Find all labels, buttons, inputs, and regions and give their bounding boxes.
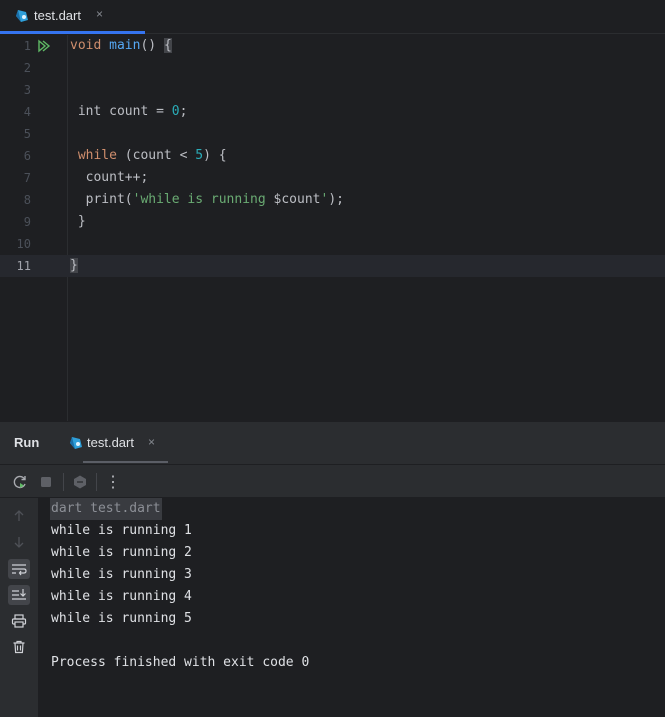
stop-icon[interactable] xyxy=(37,473,55,491)
soft-wrap-icon[interactable] xyxy=(8,559,30,579)
line-number: 9 xyxy=(23,215,31,229)
code-text: } xyxy=(70,258,78,273)
active-tab-indicator xyxy=(0,31,145,34)
run-tab-label: test.dart xyxy=(87,435,134,450)
run-tab-test-dart[interactable]: test.dart × xyxy=(67,422,168,464)
line-number: 10 xyxy=(16,237,31,251)
down-arrow-icon[interactable] xyxy=(8,532,30,552)
code-text: void main() { xyxy=(70,38,172,53)
line-number: 5 xyxy=(23,127,31,141)
console-line: while is running 1 xyxy=(51,523,192,538)
console-command: dart test.dart xyxy=(50,498,162,520)
editor-tab-test-dart[interactable]: test.dart × xyxy=(0,0,145,34)
print-icon[interactable] xyxy=(8,611,30,631)
console-output[interactable]: dart test.dart while is running 1 while … xyxy=(39,498,665,717)
console-line: while is running 3 xyxy=(51,567,192,582)
line-number: 4 xyxy=(23,105,31,119)
line-number: 1 xyxy=(23,39,31,53)
up-arrow-icon[interactable] xyxy=(8,506,30,526)
dart-file-icon xyxy=(69,436,83,453)
run-panel: Run test.dart × ⋮ dart test.dart while i… xyxy=(0,421,665,717)
editor-tab-label: test.dart xyxy=(34,8,81,23)
console-line: while is running 4 xyxy=(51,589,192,604)
code-line: 2 xyxy=(0,57,665,79)
code-line: 3 xyxy=(0,79,665,101)
code-text: } xyxy=(70,214,86,229)
line-number: 8 xyxy=(23,193,31,207)
code-line: 9 } xyxy=(0,211,665,233)
close-tab-icon[interactable]: × xyxy=(96,7,103,21)
code-text: count++; xyxy=(70,170,149,185)
code-line: 6 while (count < 5) { xyxy=(0,145,665,167)
editor-tab-bar: test.dart × xyxy=(0,0,665,34)
code-text: print('while is running $count'); xyxy=(70,192,344,207)
code-line: 1 void main() { xyxy=(0,35,665,57)
line-number: 6 xyxy=(23,149,31,163)
toolbar-separator xyxy=(96,473,97,491)
code-text: int count = 0; xyxy=(70,104,188,119)
run-panel-title: Run xyxy=(14,435,40,450)
console-line: while is running 2 xyxy=(51,545,192,560)
console-line: while is running 5 xyxy=(51,611,192,626)
rerun-icon[interactable] xyxy=(11,473,29,491)
line-number: 7 xyxy=(23,171,31,185)
line-number: 11 xyxy=(16,259,31,273)
scroll-to-end-icon[interactable] xyxy=(8,585,30,605)
code-editor[interactable]: 1 void main() { 2 3 4 int count = 0; 5 6… xyxy=(0,35,665,421)
code-line: 4 int count = 0; xyxy=(0,101,665,123)
code-line: 7 count++; xyxy=(0,167,665,189)
run-side-toolbar xyxy=(0,498,39,717)
console-exit-line: Process finished with exit code 0 xyxy=(51,655,310,670)
close-run-tab-icon[interactable]: × xyxy=(148,435,155,449)
trash-icon[interactable] xyxy=(8,637,30,657)
active-run-tab-indicator xyxy=(83,461,168,463)
line-number: 3 xyxy=(23,83,31,97)
run-toolbar: ⋮ xyxy=(0,464,665,498)
dart-file-icon xyxy=(15,9,29,26)
code-line: 8 print('while is running $count'); xyxy=(0,189,665,211)
code-line: 5 xyxy=(0,123,665,145)
code-line: 10 xyxy=(0,233,665,255)
line-number: 2 xyxy=(23,61,31,75)
debug-icon[interactable] xyxy=(71,473,89,491)
code-line-current: 11 } xyxy=(0,255,665,277)
toolbar-separator xyxy=(63,473,64,491)
code-text: while (count < 5) { xyxy=(70,148,227,163)
more-icon[interactable]: ⋮ xyxy=(104,473,122,491)
